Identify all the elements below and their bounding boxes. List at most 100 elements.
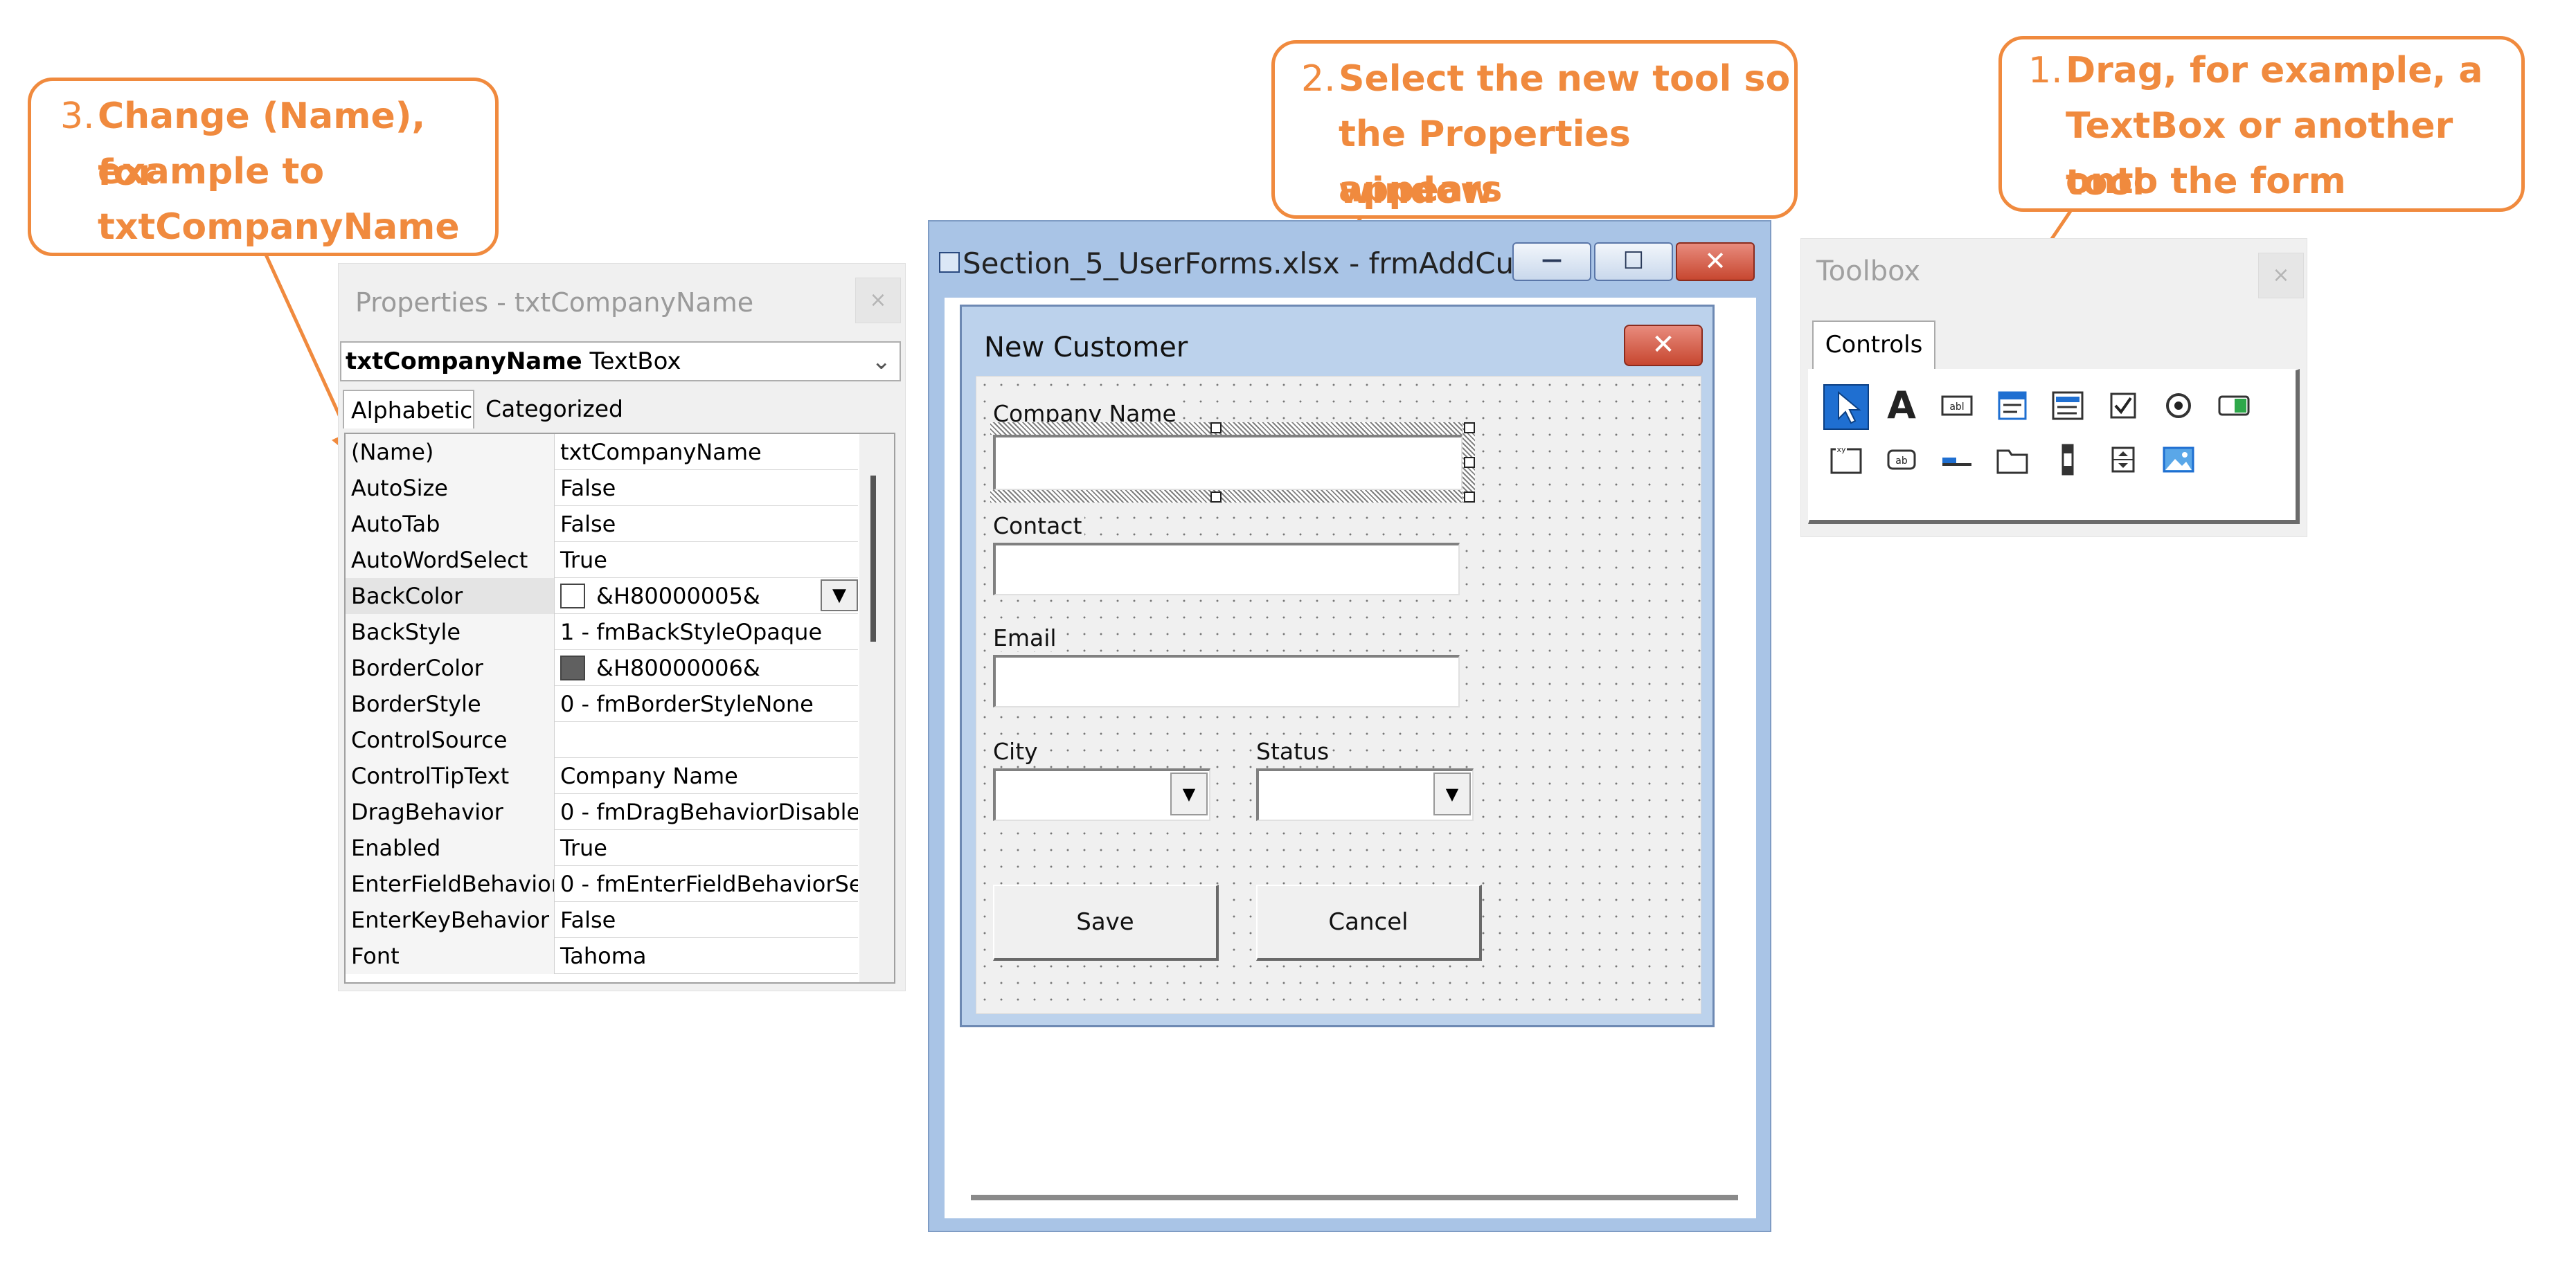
- property-row[interactable]: Enabled True: [346, 830, 858, 866]
- property-row[interactable]: EnterKeyBehavior False: [346, 902, 858, 938]
- property-value[interactable]: [556, 722, 858, 758]
- property-value[interactable]: True: [556, 830, 858, 866]
- property-value[interactable]: Company Name: [556, 758, 858, 794]
- properties-close-button[interactable]: ×: [855, 278, 901, 323]
- property-name: EnterFieldBehavior: [346, 866, 555, 902]
- image-icon[interactable]: [2156, 438, 2201, 484]
- property-row[interactable]: AutoTab False: [346, 506, 858, 542]
- toolbox-title: Toolbox: [1816, 255, 1920, 287]
- property-row[interactable]: ControlSource: [346, 722, 858, 758]
- property-name: DragBehavior: [346, 794, 555, 830]
- contact-textbox[interactable]: [993, 543, 1460, 595]
- company-name-textbox[interactable]: [993, 435, 1463, 490]
- frame-icon[interactable]: xy: [1823, 438, 1869, 484]
- property-row[interactable]: AutoWordSelect True: [346, 542, 858, 578]
- city-combobox[interactable]: ▼: [993, 768, 1210, 821]
- email-textbox[interactable]: [993, 655, 1460, 707]
- property-name: ControlSource: [346, 722, 555, 758]
- listbox-icon[interactable]: [2045, 384, 2091, 430]
- option-button-icon[interactable]: [2156, 384, 2201, 430]
- bordercolor-swatch: [560, 656, 585, 680]
- property-name: Font: [346, 938, 555, 974]
- svg-text:ab: ab: [1895, 455, 1908, 467]
- chevron-down-icon[interactable]: ▼: [1433, 773, 1471, 815]
- resize-handle[interactable]: [1464, 422, 1475, 433]
- tab-alphabetic[interactable]: Alphabetic: [343, 390, 474, 428]
- callout-step1-line3: onto the form: [2066, 161, 2346, 202]
- property-row[interactable]: ControlTipText Company Name: [346, 758, 858, 794]
- property-value[interactable]: 0 - fmBorderStyleNone: [556, 686, 858, 722]
- property-row[interactable]: BorderColor &H80000006&: [346, 650, 858, 686]
- property-value[interactable]: False: [556, 902, 858, 938]
- property-value[interactable]: &H80000005& ▼: [556, 578, 858, 614]
- resize-handle[interactable]: [1210, 422, 1222, 433]
- checkbox-icon[interactable]: [2100, 384, 2146, 430]
- property-row[interactable]: BackStyle 1 - fmBackStyleOpaque: [346, 614, 858, 650]
- spin-button-icon[interactable]: [2100, 438, 2146, 484]
- userform-new-customer: New Customer ✕ Company Name Contact Emai…: [960, 305, 1715, 1027]
- tabstrip-icon[interactable]: [1934, 438, 1980, 484]
- chevron-down-icon[interactable]: ▼: [821, 579, 858, 611]
- contact-label[interactable]: Contact: [993, 512, 1085, 539]
- email-label[interactable]: Email: [993, 624, 1059, 651]
- horizontal-scrollbar[interactable]: [971, 1195, 1738, 1200]
- callout-step3-number: 3.: [60, 96, 95, 137]
- property-value[interactable]: 0 - fmDragBehaviorDisabled: [556, 794, 858, 830]
- userform-icon: [939, 252, 960, 273]
- multipage-icon[interactable]: [1989, 438, 2035, 484]
- minimize-button[interactable]: —: [1512, 242, 1591, 281]
- property-value[interactable]: txtCompanyName: [556, 434, 858, 470]
- property-row[interactable]: BackColor &H80000005& ▼: [346, 578, 858, 614]
- callout-step2: 2. Select the new tool so the Properties…: [1271, 40, 1798, 219]
- property-name: AutoWordSelect: [346, 542, 555, 578]
- object-selector[interactable]: txtCompanyName TextBox ⌄: [340, 341, 901, 381]
- cancel-button[interactable]: Cancel: [1256, 885, 1482, 961]
- command-button-icon[interactable]: ab: [1879, 438, 1924, 484]
- status-label[interactable]: Status: [1256, 738, 1332, 765]
- save-button[interactable]: Save: [993, 885, 1219, 961]
- property-row[interactable]: (Name) txtCompanyName: [346, 434, 858, 470]
- property-name: BorderStyle: [346, 686, 555, 722]
- toggle-button-icon[interactable]: [2211, 384, 2257, 430]
- object-name: txtCompanyName: [346, 347, 582, 375]
- userform-body: Company Name Contact Email City ▼ Status…: [976, 376, 1701, 1014]
- resize-handle[interactable]: [1464, 457, 1475, 468]
- toolbox-window: Toolbox × Controls A abl xy ab: [1800, 238, 2307, 537]
- callout-step1-line1: Drag, for example, a: [2066, 50, 2483, 91]
- label-icon[interactable]: A: [1879, 384, 1924, 430]
- property-row[interactable]: EnterFieldBehavior 0 - fmEnterFieldBehavi…: [346, 866, 858, 902]
- toolbox-close-button[interactable]: ×: [2258, 253, 2304, 298]
- textbox-icon[interactable]: abl: [1934, 384, 1980, 430]
- property-row[interactable]: AutoSize False: [346, 470, 858, 506]
- property-value[interactable]: False: [556, 470, 858, 506]
- property-value[interactable]: Tahoma: [556, 938, 858, 974]
- svg-text:xy: xy: [1836, 445, 1846, 454]
- city-label[interactable]: City: [993, 738, 1041, 765]
- property-row[interactable]: Font Tahoma: [346, 938, 858, 974]
- property-name: AutoTab: [346, 506, 555, 542]
- scrollbar-icon[interactable]: [2045, 438, 2091, 484]
- combobox-icon[interactable]: [1989, 384, 2035, 430]
- tab-controls[interactable]: Controls: [1812, 320, 1935, 372]
- close-button[interactable]: ✕: [1676, 242, 1755, 281]
- property-value[interactable]: False: [556, 506, 858, 542]
- properties-scrollbar[interactable]: [859, 434, 894, 982]
- chevron-down-icon[interactable]: ▼: [1170, 773, 1208, 815]
- property-value[interactable]: True: [556, 542, 858, 578]
- select-objects-icon[interactable]: [1823, 384, 1869, 430]
- chevron-down-icon[interactable]: ⌄: [872, 343, 892, 380]
- userform-close-button[interactable]: ✕: [1624, 325, 1703, 366]
- scrollbar-thumb[interactable]: [870, 476, 876, 642]
- property-value[interactable]: 0 - fmEnterFieldBehaviorSelectAll: [556, 866, 858, 902]
- property-row[interactable]: DragBehavior 0 - fmDragBehaviorDisabled: [346, 794, 858, 830]
- resize-handle[interactable]: [1464, 491, 1475, 503]
- tab-categorized[interactable]: Categorized: [478, 390, 624, 428]
- property-name: EnterKeyBehavior: [346, 902, 555, 938]
- property-value[interactable]: 1 - fmBackStyleOpaque: [556, 614, 858, 650]
- property-row[interactable]: BorderStyle 0 - fmBorderStyleNone: [346, 686, 858, 722]
- status-combobox[interactable]: ▼: [1256, 768, 1474, 821]
- property-name: BorderColor: [346, 650, 555, 686]
- property-value[interactable]: &H80000006&: [556, 650, 858, 686]
- maximize-button[interactable]: ☐: [1594, 242, 1673, 281]
- resize-handle[interactable]: [1210, 491, 1222, 503]
